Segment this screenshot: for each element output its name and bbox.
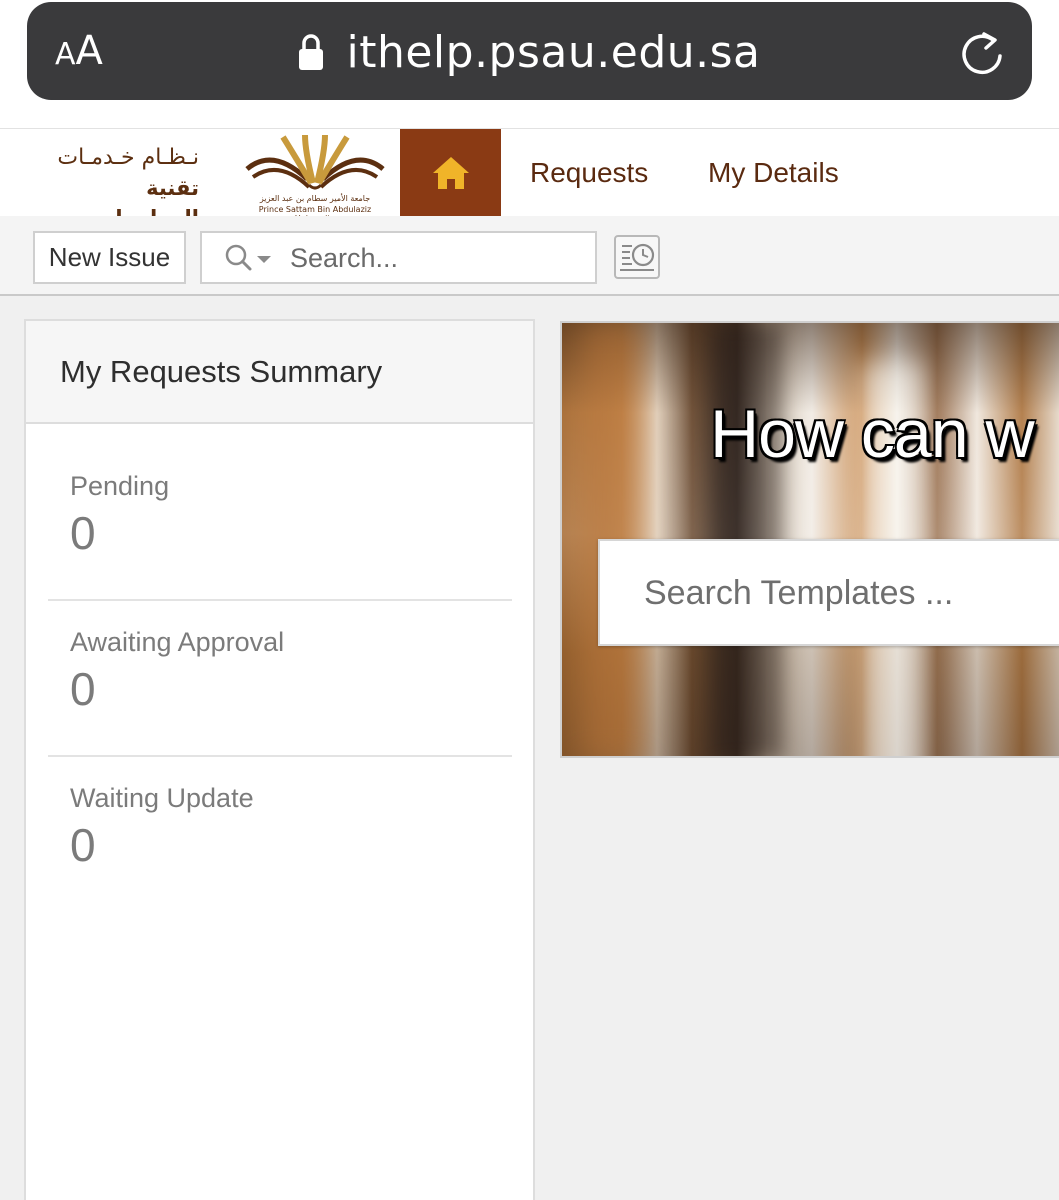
stat-value: 0 — [70, 663, 96, 715]
reload-icon[interactable] — [958, 26, 1006, 78]
template-search-box[interactable] — [598, 539, 1059, 646]
search-box[interactable] — [200, 231, 597, 284]
toolbar: New Issue — [0, 216, 1059, 296]
logo-line-1: نـظـام خـدمـات — [57, 145, 199, 170]
nav-requests-link[interactable]: Requests — [530, 157, 648, 189]
hero-banner: How can w — [560, 321, 1059, 758]
url-group[interactable]: ithelp.psau.edu.sa — [27, 24, 1032, 80]
history-button[interactable] — [614, 235, 660, 279]
university-book-icon — [245, 134, 385, 190]
stat-waiting-update[interactable]: Waiting Update 0 — [48, 783, 512, 913]
stat-value: 0 — [70, 507, 96, 559]
nav-my-details-link[interactable]: My Details — [708, 157, 839, 189]
main-content: My Requests Summary Pending 0 Awaiting A… — [0, 296, 1059, 1200]
new-issue-button[interactable]: New Issue — [33, 231, 186, 284]
stat-pending[interactable]: Pending 0 — [48, 471, 512, 601]
search-input[interactable] — [290, 239, 580, 277]
summary-header: My Requests Summary — [26, 321, 533, 424]
it-services-logo: نـظـام خـدمـات تقنية المعلومات — [44, 143, 199, 230]
lock-icon — [298, 32, 324, 72]
summary-title: My Requests Summary — [60, 353, 383, 389]
url-text: ithelp.psau.edu.sa — [346, 26, 761, 78]
search-dropdown-icon[interactable] — [224, 243, 278, 273]
stat-label: Pending — [70, 471, 170, 501]
stat-awaiting-approval[interactable]: Awaiting Approval 0 — [48, 627, 512, 757]
home-button[interactable] — [400, 129, 501, 217]
stat-label: Awaiting Approval — [70, 627, 285, 657]
address-bar[interactable]: AA ithelp.psau.edu.sa — [27, 2, 1032, 100]
university-name-arabic: جامعة الأمير سطام بن عبد العزيز — [259, 194, 371, 203]
stat-value: 0 — [70, 819, 96, 871]
history-clock-icon — [620, 243, 655, 271]
hero-title: How can w — [710, 396, 1035, 472]
requests-summary-panel: My Requests Summary Pending 0 Awaiting A… — [24, 319, 535, 1200]
stat-label: Waiting Update — [70, 783, 254, 813]
university-logo: جامعة الأمير سطام بن عبد العزيز Prince S… — [243, 133, 387, 223]
home-icon — [432, 157, 469, 189]
browser-chrome: AA ithelp.psau.edu.sa — [0, 0, 1059, 128]
app-header: نـظـام خـدمـات تقنية المعلومات جامعة الأ… — [0, 128, 1059, 230]
template-search-input[interactable] — [644, 571, 1059, 615]
